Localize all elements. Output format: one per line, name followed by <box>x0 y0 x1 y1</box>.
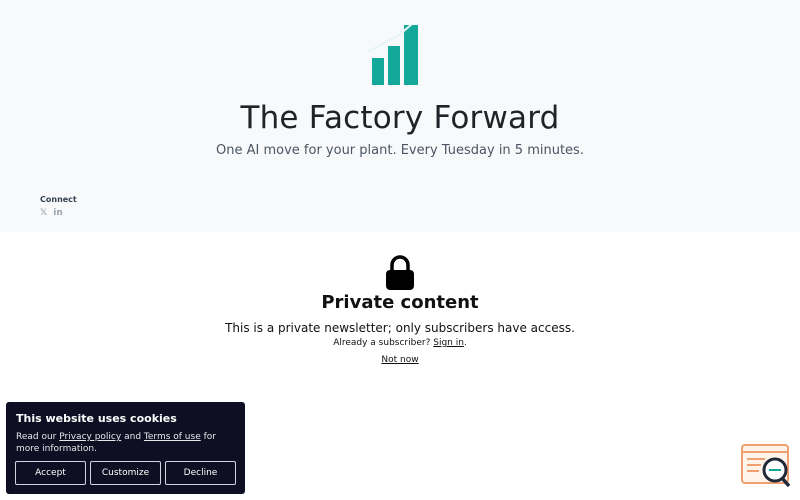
connect-section: Connect 𝕏 in <box>40 195 77 218</box>
cookie-text-prefix: Read our <box>16 432 57 442</box>
cookie-title: This website uses cookies <box>16 412 177 425</box>
sign-in-link[interactable]: Sign in <box>433 338 464 348</box>
linkedin-icon[interactable]: in <box>53 208 63 218</box>
search-chat-icon[interactable] <box>741 444 791 488</box>
site-title: The Factory Forward <box>240 100 560 136</box>
private-description: This is a private newsletter; only subsc… <box>225 321 575 335</box>
privacy-policy-link[interactable]: Privacy policy <box>59 432 121 442</box>
social-links: 𝕏 in <box>40 208 77 218</box>
already-subscriber-line: Already a subscriber? Sign in. <box>0 338 800 348</box>
cookie-text-and: and <box>124 432 142 442</box>
bar-chart-logo-icon <box>367 23 418 85</box>
cookie-buttons: Accept Customize Decline <box>15 461 236 485</box>
cookie-text: Read our Privacy policy and Terms of use… <box>16 431 235 455</box>
private-content-title: Private content <box>321 292 479 313</box>
already-subscriber-text: Already a subscriber? <box>333 338 431 348</box>
cookie-banner: This website uses cookies Read our Priva… <box>6 402 245 494</box>
not-now-link[interactable]: Not now <box>0 355 800 365</box>
accept-button[interactable]: Accept <box>15 461 86 485</box>
terms-of-use-link[interactable]: Terms of use <box>144 432 201 442</box>
already-subscriber-suffix: . <box>463 338 467 348</box>
lock-icon <box>386 255 414 290</box>
customize-button[interactable]: Customize <box>90 461 161 485</box>
decline-button[interactable]: Decline <box>165 461 236 485</box>
connect-label: Connect <box>40 195 77 204</box>
hero-header: The Factory Forward One AI move for your… <box>0 0 800 232</box>
site-tagline: One AI move for your plant. Every Tuesda… <box>216 143 584 158</box>
x-twitter-icon[interactable]: 𝕏 <box>40 208 47 218</box>
